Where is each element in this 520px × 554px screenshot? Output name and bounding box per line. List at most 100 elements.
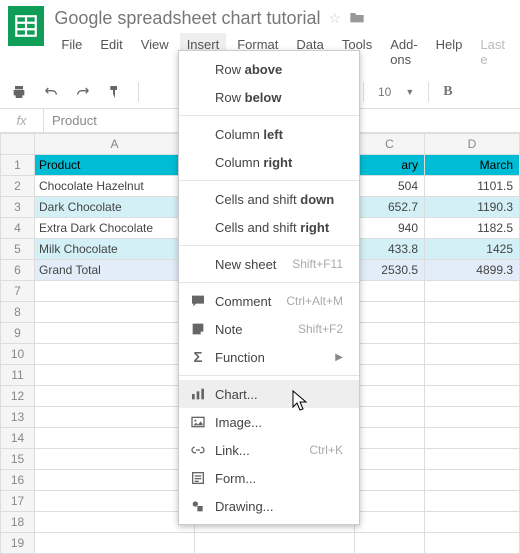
cell[interactable] <box>355 407 425 428</box>
cell[interactable] <box>35 491 195 512</box>
bold-button[interactable]: B <box>443 84 452 100</box>
cell[interactable] <box>355 533 425 554</box>
cell[interactable] <box>355 470 425 491</box>
menu-edit[interactable]: Edit <box>93 33 129 71</box>
cell[interactable]: 1101.5 <box>425 176 520 197</box>
row-header[interactable]: 13 <box>1 407 35 428</box>
menu-add-ons[interactable]: Add-ons <box>383 33 424 71</box>
star-icon[interactable]: ☆ <box>329 10 342 27</box>
row-header[interactable]: 15 <box>1 449 35 470</box>
menu-item-row-below[interactable]: Row below <box>179 83 359 111</box>
dropdown-caret-icon[interactable]: ▼ <box>405 87 414 97</box>
cell[interactable]: Milk Chocolate <box>35 239 195 260</box>
cell[interactable]: Chocolate Hazelnut <box>35 176 195 197</box>
cell[interactable] <box>195 533 355 554</box>
cell[interactable] <box>355 386 425 407</box>
doc-title[interactable]: Google spreadsheet chart tutorial <box>54 8 320 29</box>
menu-item-image[interactable]: Image... <box>179 408 359 436</box>
cell[interactable]: 1182.5 <box>425 218 520 239</box>
menu-last[interactable]: Last e <box>473 33 512 71</box>
menu-item-cells-and-shift-down[interactable]: Cells and shift down <box>179 185 359 213</box>
cell[interactable] <box>35 323 195 344</box>
row-header[interactable]: 8 <box>1 302 35 323</box>
menu-item-row-above[interactable]: Row above <box>179 55 359 83</box>
cell[interactable] <box>35 386 195 407</box>
row-header[interactable]: 5 <box>1 239 35 260</box>
folder-icon[interactable] <box>349 8 365 29</box>
row-header[interactable]: 10 <box>1 344 35 365</box>
menu-item-new-sheet[interactable]: New sheetShift+F11 <box>179 250 359 278</box>
cell[interactable]: 433.8 <box>355 239 425 260</box>
col-header-C[interactable]: C <box>355 134 425 155</box>
cell[interactable] <box>425 344 520 365</box>
cell[interactable]: 504 <box>355 176 425 197</box>
row-header[interactable]: 4 <box>1 218 35 239</box>
cell[interactable] <box>35 302 195 323</box>
cell[interactable] <box>425 386 520 407</box>
cell[interactable] <box>425 491 520 512</box>
cell[interactable] <box>35 470 195 491</box>
cell[interactable] <box>35 449 195 470</box>
row-header[interactable]: 14 <box>1 428 35 449</box>
print-icon[interactable] <box>10 83 28 101</box>
cell[interactable] <box>425 533 520 554</box>
cell[interactable]: 1190.3 <box>425 197 520 218</box>
col-header-D[interactable]: D <box>425 134 520 155</box>
menu-item-form[interactable]: Form... <box>179 464 359 492</box>
row-header[interactable]: 17 <box>1 491 35 512</box>
cell[interactable] <box>355 344 425 365</box>
cell[interactable] <box>355 491 425 512</box>
cell[interactable] <box>425 512 520 533</box>
select-all[interactable] <box>1 134 35 155</box>
row-header[interactable]: 3 <box>1 197 35 218</box>
menu-help[interactable]: Help <box>429 33 470 71</box>
menu-item-column-left[interactable]: Column left <box>179 120 359 148</box>
cell[interactable]: March <box>425 155 520 176</box>
row-header[interactable]: 6 <box>1 260 35 281</box>
cell[interactable]: 4899.3 <box>425 260 520 281</box>
cell[interactable]: Grand Total <box>35 260 195 281</box>
row-header[interactable]: 18 <box>1 512 35 533</box>
cell[interactable] <box>425 281 520 302</box>
menu-item-comment[interactable]: CommentCtrl+Alt+M <box>179 287 359 315</box>
menu-item-column-right[interactable]: Column right <box>179 148 359 176</box>
cell[interactable] <box>425 323 520 344</box>
redo-icon[interactable] <box>74 83 92 101</box>
cell[interactable] <box>355 428 425 449</box>
cell[interactable] <box>355 281 425 302</box>
sheets-logo[interactable] <box>8 6 44 46</box>
cell[interactable]: 2530.5 <box>355 260 425 281</box>
undo-icon[interactable] <box>42 83 60 101</box>
col-header-A[interactable]: A <box>35 134 195 155</box>
cell[interactable] <box>425 302 520 323</box>
menu-item-chart[interactable]: Chart... <box>179 380 359 408</box>
menu-view[interactable]: View <box>134 33 176 71</box>
cell[interactable]: Extra Dark Chocolate <box>35 218 195 239</box>
font-size[interactable]: 10 <box>378 85 391 99</box>
menu-item-drawing[interactable]: Drawing... <box>179 492 359 520</box>
cell[interactable] <box>425 428 520 449</box>
cell[interactable] <box>425 407 520 428</box>
cell[interactable] <box>35 281 195 302</box>
cell[interactable] <box>35 512 195 533</box>
cell[interactable] <box>35 428 195 449</box>
cell[interactable] <box>35 533 195 554</box>
menu-item-link[interactable]: Link...Ctrl+K <box>179 436 359 464</box>
cell[interactable]: 1425 <box>425 239 520 260</box>
row-header[interactable]: 2 <box>1 176 35 197</box>
menu-file[interactable]: File <box>54 33 89 71</box>
cell[interactable] <box>35 344 195 365</box>
cell[interactable] <box>355 365 425 386</box>
cell[interactable] <box>425 365 520 386</box>
cell[interactable]: 652.7 <box>355 197 425 218</box>
paint-format-icon[interactable] <box>106 83 124 101</box>
cell[interactable]: 940 <box>355 218 425 239</box>
cell[interactable] <box>35 407 195 428</box>
menu-item-function[interactable]: ΣFunction▶ <box>179 343 359 371</box>
cell[interactable] <box>355 302 425 323</box>
menu-item-note[interactable]: NoteShift+F2 <box>179 315 359 343</box>
row-header[interactable]: 7 <box>1 281 35 302</box>
cell[interactable]: Product <box>35 155 195 176</box>
row-header[interactable]: 11 <box>1 365 35 386</box>
cell[interactable]: Dark Chocolate <box>35 197 195 218</box>
